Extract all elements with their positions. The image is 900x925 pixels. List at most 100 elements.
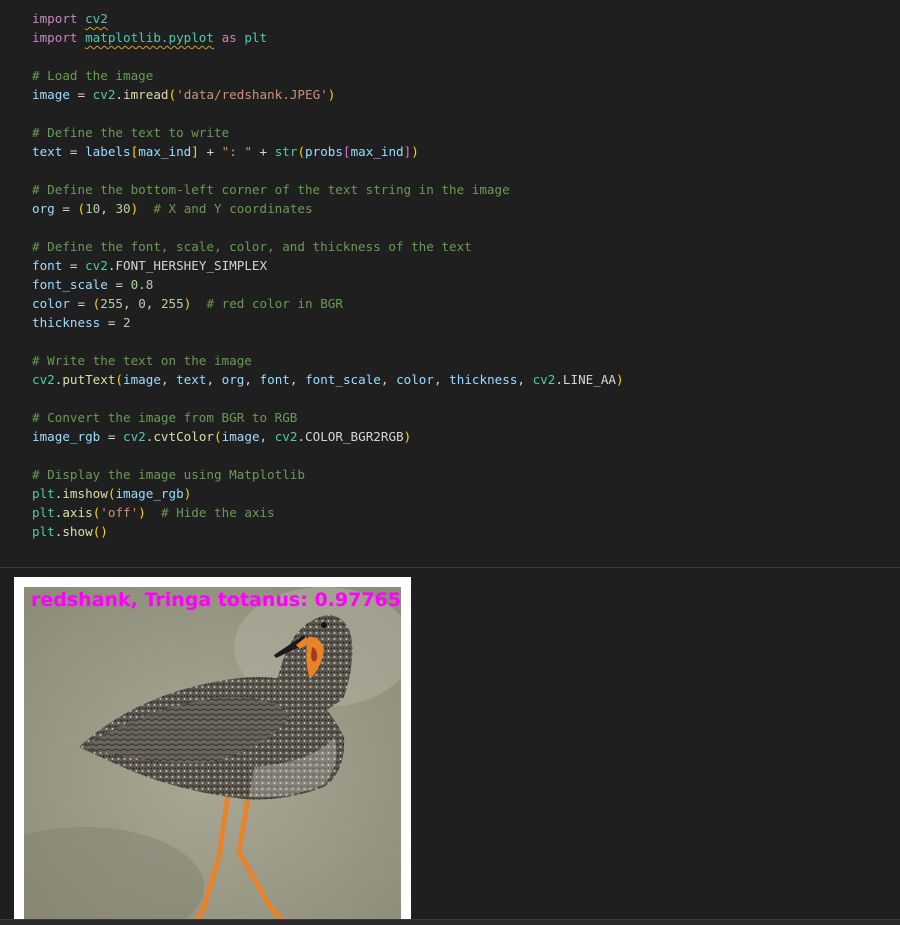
code-token: font (32, 258, 63, 273)
code-token: # Define the bottom-left corner of the t… (32, 182, 510, 197)
code-line[interactable] (32, 161, 624, 180)
code-token: , (517, 372, 533, 387)
code-token: plt (32, 486, 55, 501)
code-token: putText (62, 372, 116, 387)
code-token: cv2 (92, 87, 116, 102)
code-token: plt (32, 524, 55, 539)
code-token: ) (138, 505, 146, 520)
code-line[interactable] (32, 47, 624, 66)
code-line[interactable]: # Convert the image from BGR to RGB (32, 408, 624, 427)
code-token: , (380, 372, 397, 387)
code-token: color (32, 296, 70, 311)
code-token: ( (115, 372, 124, 387)
code-token: # Define the font, scale, color, and thi… (32, 239, 472, 254)
code-line[interactable]: # Define the text to write (32, 123, 624, 142)
code-token: thickness (449, 372, 518, 387)
code-token: [ (342, 144, 351, 159)
code-line[interactable]: # Write the text on the image (32, 351, 624, 370)
code-line[interactable]: # Load the image (32, 66, 624, 85)
code-token: , (259, 429, 275, 444)
code-line[interactable] (32, 218, 624, 237)
code-token: font_scale (305, 372, 381, 387)
code-line[interactable]: plt.axis('off') # Hide the axis (32, 503, 624, 522)
code-token: = (100, 429, 123, 444)
code-editor[interactable]: import cv2 import matplotlib.pyplot as pl… (32, 9, 624, 541)
code-token: org (32, 201, 55, 216)
code-token: cvtColor (153, 429, 215, 444)
prediction-label-overlay: redshank, Tringa totanus: 0.97765154 (31, 589, 401, 611)
code-line[interactable]: # Display the image using Matplotlib (32, 465, 624, 484)
redshank-bird-image: redshank, Tringa totanus: 0.97765154 (24, 587, 401, 925)
code-cell[interactable]: import cv2 import matplotlib.pyplot as pl… (0, 0, 900, 567)
matplotlib-figure: redshank, Tringa totanus: 0.97765154 (14, 577, 411, 925)
code-token: ( (77, 201, 86, 216)
code-token: font (259, 372, 290, 387)
code-token: matplotlib.pyplot (85, 30, 214, 45)
code-token: axis (62, 505, 93, 520)
code-line[interactable]: # Define the font, scale, color, and thi… (32, 237, 624, 256)
code-line[interactable]: # Define the bottom-left corner of the t… (32, 180, 624, 199)
code-token: 0 (138, 296, 146, 311)
code-token: # Load the image (32, 68, 154, 83)
code-token: 2 (123, 315, 131, 330)
code-line[interactable] (32, 332, 624, 351)
code-token: cv2 (274, 429, 298, 444)
code-token: image (32, 87, 70, 102)
code-token: cv2 (32, 372, 55, 387)
code-token: imshow (62, 486, 108, 501)
code-line[interactable]: font_scale = 0.8 (32, 275, 624, 294)
code-line[interactable]: cv2.putText(image, text, org, font, font… (32, 370, 624, 389)
code-token: imread (123, 87, 169, 102)
code-token: max_ind (138, 144, 192, 159)
notebook: import cv2 import matplotlib.pyplot as pl… (0, 0, 900, 925)
code-line[interactable]: plt.imshow(image_rgb) (32, 484, 624, 503)
code-token: image_rgb (115, 486, 184, 501)
code-token: 0.8 (130, 277, 154, 292)
code-token: cv2 (85, 11, 108, 26)
code-token: = (62, 258, 86, 273)
code-token: ) (183, 486, 192, 501)
code-line[interactable] (32, 104, 624, 123)
code-line[interactable]: plt.show() (32, 522, 624, 541)
code-token: . (115, 87, 124, 102)
code-line[interactable]: import cv2 (32, 9, 624, 28)
code-line[interactable]: color = (255, 0, 255) # red color in BGR (32, 294, 624, 313)
code-line[interactable]: image_rgb = cv2.cvtColor(image, cv2.COLO… (32, 427, 624, 446)
code-line[interactable]: thickness = 2 (32, 313, 624, 332)
code-token: probs (305, 144, 343, 159)
code-line[interactable]: org = (10, 30) # X and Y coordinates (32, 199, 624, 218)
code-line[interactable] (32, 389, 624, 408)
code-token: , (433, 372, 450, 387)
code-token: .LINE_AA (555, 372, 616, 387)
code-token: = (54, 201, 78, 216)
code-token: ( (214, 429, 222, 444)
code-token: () (92, 524, 108, 539)
code-token: , (123, 296, 139, 311)
code-token: labels (85, 144, 131, 159)
code-token: plt (32, 505, 55, 520)
code-line[interactable]: text = labels[max_ind] + ": " + str(prob… (32, 142, 624, 161)
code-token: # Define the text to write (32, 125, 230, 140)
output-cell: redshank, Tringa totanus: 0.97765154 (0, 568, 900, 925)
code-token: ": " (221, 144, 252, 159)
code-token: + (198, 144, 222, 159)
code-line[interactable]: import matplotlib.pyplot as plt (32, 28, 624, 47)
code-line[interactable] (32, 446, 624, 465)
code-token: text (32, 144, 63, 159)
code-line[interactable]: font = cv2.FONT_HERSHEY_SIMPLEX (32, 256, 624, 275)
code-token: str (274, 144, 298, 159)
code-line[interactable]: image = cv2.imread('data/redshank.JPEG') (32, 85, 624, 104)
code-token: # red color in BGR (191, 296, 343, 311)
code-token: cv2 (532, 372, 556, 387)
code-token: ) (616, 372, 624, 387)
bottom-scrollbar[interactable] (0, 919, 900, 925)
code-token: .FONT_HERSHEY_SIMPLEX (107, 258, 268, 273)
code-token: text (176, 372, 207, 387)
code-token: image_rgb (32, 429, 101, 444)
code-token: ( (297, 144, 306, 159)
code-token: color (396, 372, 434, 387)
code-token: 255 (160, 296, 184, 311)
code-token: , (160, 372, 177, 387)
code-token: image (123, 372, 161, 387)
code-token: as (213, 30, 245, 45)
